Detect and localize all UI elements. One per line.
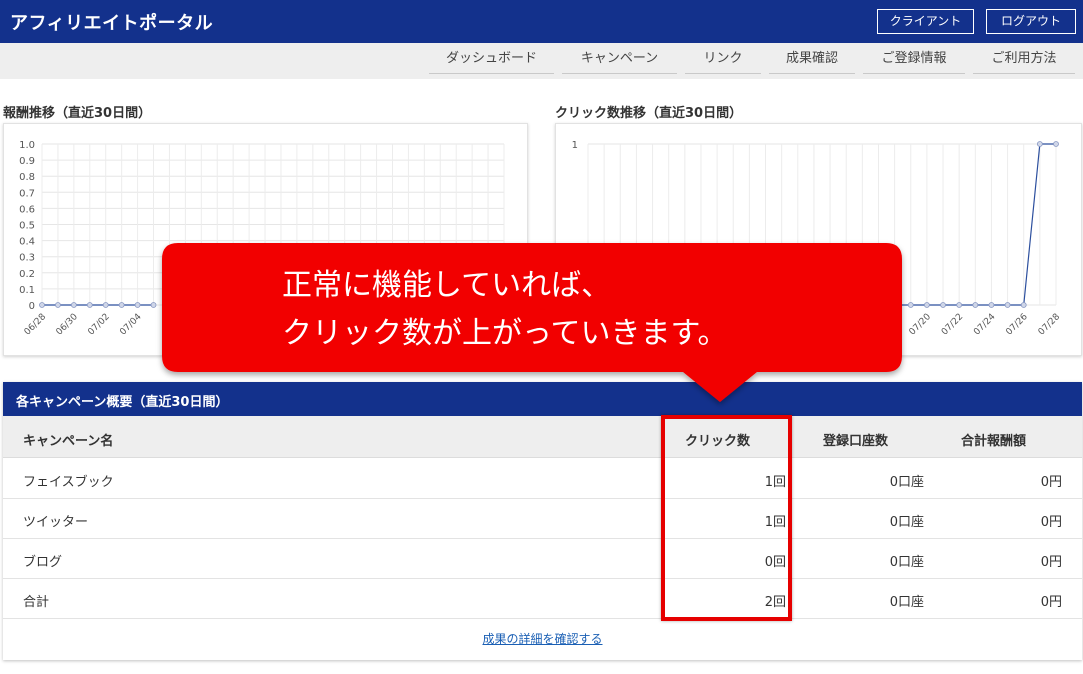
callout-line-2: クリック数が上がっていきます。	[282, 316, 728, 351]
col-campaign-name: キャンペーン名	[23, 434, 114, 449]
table-header: キャンペーン名 クリック数 登録口座数 合計報酬額	[3, 416, 1082, 458]
clicks-highlight-box	[661, 415, 792, 621]
table-row-total: 合計 2回 0口座 0円	[3, 579, 1082, 619]
data-point	[940, 302, 946, 308]
data-point	[988, 302, 995, 308]
x-tick-label: 07/04	[118, 312, 144, 338]
data-point	[923, 302, 930, 308]
data-point	[1036, 141, 1043, 147]
data-point	[55, 302, 61, 308]
nav-registration-info[interactable]: ご登録情報	[863, 48, 965, 74]
campaign-name-cell[interactable]: ブログ	[23, 551, 62, 570]
y-tick-label: 0.2	[19, 269, 35, 280]
results-detail-link[interactable]: 成果の詳細を確認する	[3, 630, 1082, 647]
accounts-cell: 0口座	[889, 555, 924, 570]
campaign-name-cell[interactable]: フェイスブック	[23, 471, 114, 490]
x-tick-label: 07/26	[1004, 312, 1030, 338]
total-label-cell: 合計	[23, 595, 50, 610]
campaign-summary-title: 各キャンペーン概要（直近30日間）	[16, 395, 229, 410]
data-point	[907, 302, 914, 308]
nav-dashboard[interactable]: ダッシュボード	[429, 48, 554, 74]
y-tick-label: 0.7	[19, 188, 35, 199]
x-tick-label: 06/30	[55, 312, 81, 338]
accounts-cell: 0口座	[889, 595, 924, 610]
x-tick-label: 07/20	[908, 312, 934, 338]
x-tick-label: 06/28	[23, 312, 49, 338]
x-tick-label: 07/24	[972, 312, 998, 338]
data-point	[891, 302, 898, 308]
data-point	[150, 302, 157, 308]
data-point	[972, 302, 979, 308]
data-point	[86, 302, 93, 308]
x-tick-label: 07/02	[86, 312, 111, 337]
nav-results[interactable]: 成果確認	[769, 48, 855, 74]
y-tick-label: 0.5	[19, 221, 35, 232]
click-chart-title: クリック数推移（直近30日間）	[555, 106, 743, 121]
callout-line-1: 正常に機能していれば、	[282, 268, 612, 303]
data-point	[134, 302, 141, 308]
campaign-summary-header: 各キャンペーン概要（直近30日間）	[3, 382, 1082, 416]
data-point	[956, 302, 963, 308]
reward-cell: 0円	[1040, 515, 1062, 530]
reward-cell: 0円	[1040, 595, 1062, 610]
reward-cell: 0円	[1040, 555, 1062, 570]
app-title: アフィリエイトポータル	[10, 13, 214, 34]
table-row: フェイスブック 1回 0口座 0円	[3, 459, 1082, 499]
col-accounts: 登録口座数	[823, 434, 889, 449]
y-tick-label: 0.8	[19, 172, 35, 183]
col-total-reward: 合計報酬額	[961, 434, 1027, 449]
y-tick-label: 1.0	[19, 140, 35, 151]
y-tick-label: 0.4	[19, 237, 35, 248]
reward-chart-title: 報酬推移（直近30日間）	[3, 106, 152, 121]
campaign-name-cell[interactable]: ツイッター	[23, 511, 88, 530]
data-point	[1053, 141, 1059, 147]
y-tick-label: 0	[29, 301, 35, 312]
y-tick-label: 0.3	[19, 253, 35, 264]
reward-cell: 0円	[1040, 475, 1062, 490]
table-row: ツイッター 1回 0口座 0円	[3, 499, 1082, 539]
accounts-cell: 0口座	[889, 515, 924, 530]
data-point	[118, 302, 125, 308]
table-row: ブログ 0回 0口座 0円	[3, 539, 1082, 579]
y-tick-label: 0.1	[19, 285, 35, 296]
top-header: アフィリエイトポータル クライアント ログアウト	[0, 0, 1083, 43]
data-point	[70, 302, 77, 308]
y-tick-label: 0.9	[19, 156, 35, 167]
nav-link[interactable]: リンク	[685, 48, 761, 74]
campaign-summary-panel: 各キャンペーン概要（直近30日間） キャンペーン名 クリック数 登録口座数 合計…	[3, 382, 1082, 660]
data-point	[39, 302, 45, 308]
main-nav: ダッシュボード キャンペーン リンク 成果確認 ご登録情報 ご利用方法	[0, 43, 1083, 79]
nav-campaign[interactable]: キャンペーン	[562, 48, 677, 74]
x-tick-label: 07/22	[940, 312, 965, 337]
callout-text: 正常に機能していれば、 クリック数が上がっていきます。	[282, 262, 882, 358]
data-point	[102, 302, 109, 308]
y-tick-label: 0.6	[19, 204, 35, 215]
y-tick-label: 1	[572, 140, 578, 151]
nav-usage-guide[interactable]: ご利用方法	[973, 48, 1075, 74]
client-button[interactable]: クライアント	[877, 9, 974, 34]
data-point	[1004, 302, 1011, 308]
logout-button[interactable]: ログアウト	[986, 9, 1076, 34]
accounts-cell: 0口座	[889, 475, 924, 490]
x-tick-label: 07/28	[1037, 312, 1063, 338]
data-point	[1020, 302, 1027, 308]
